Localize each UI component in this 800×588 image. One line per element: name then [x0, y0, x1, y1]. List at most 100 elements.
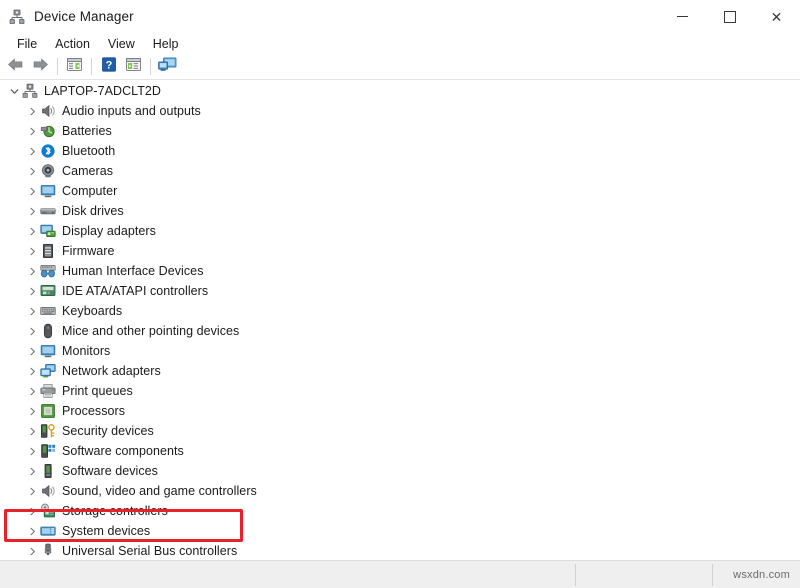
chevron-right-icon[interactable]: [24, 241, 40, 261]
chevron-right-icon[interactable]: [24, 281, 40, 301]
chevron-right-icon[interactable]: [24, 461, 40, 481]
storage-controller-icon: [40, 503, 56, 519]
menu-action[interactable]: Action: [46, 35, 99, 53]
tree-item-label: IDE ATA/ATAPI controllers: [62, 284, 209, 298]
chevron-right-icon[interactable]: [24, 161, 40, 181]
chevron-right-icon[interactable]: [24, 501, 40, 521]
tree-item-storage-controllers[interactable]: Storage controllers: [0, 501, 800, 521]
update-driver-icon: [125, 57, 142, 77]
minimize-button[interactable]: [659, 0, 706, 33]
chevron-right-icon[interactable]: [24, 361, 40, 381]
menu-file[interactable]: File: [8, 35, 46, 53]
title-bar: Device Manager ✕: [0, 0, 800, 33]
tree-item-label: Processors: [62, 404, 126, 418]
tree-item-security-devices[interactable]: Security devices: [0, 421, 800, 441]
chevron-right-icon[interactable]: [24, 301, 40, 321]
menu-help[interactable]: Help: [144, 35, 188, 53]
chevron-right-icon[interactable]: [24, 381, 40, 401]
chevron-right-icon[interactable]: [24, 521, 40, 541]
device-tree[interactable]: LAPTOP-7ADCLT2D Audio inputs and outputs: [0, 81, 800, 555]
chevron-right-icon[interactable]: [24, 401, 40, 421]
update-driver-button[interactable]: [121, 56, 146, 78]
tree-item-display-adapters[interactable]: Display adapters: [0, 221, 800, 241]
tree-item-keyboards[interactable]: Keyboards: [0, 301, 800, 321]
tree-item-human-interface-devices[interactable]: Human Interface Devices: [0, 261, 800, 281]
chevron-right-icon[interactable]: [24, 341, 40, 361]
menu-bar: File Action View Help: [0, 33, 800, 54]
toolbar-separator-1: [57, 58, 58, 75]
tree-item-audio-inputs-and-outputs[interactable]: Audio inputs and outputs: [0, 101, 800, 121]
speaker-icon: [40, 103, 56, 119]
tree-item-software-devices[interactable]: Software devices: [0, 461, 800, 481]
ide-controller-icon: [40, 283, 56, 299]
tree-item-label: Print queues: [62, 384, 133, 398]
tree-item-network-adapters[interactable]: Network adapters: [0, 361, 800, 381]
close-button[interactable]: ✕: [753, 0, 800, 33]
close-icon: ✕: [770, 8, 783, 25]
software-device-icon: [40, 463, 56, 479]
network-adapter-icon: [40, 363, 56, 379]
tree-item-sound-video-and-game-controllers[interactable]: Sound, video and game controllers: [0, 481, 800, 501]
tree-item-label: Network adapters: [62, 364, 161, 378]
tree-item-software-components[interactable]: Software components: [0, 441, 800, 461]
chevron-right-icon[interactable]: [24, 421, 40, 441]
scan-hardware-changes-button[interactable]: [155, 56, 180, 78]
tree-item-print-queues[interactable]: Print queues: [0, 381, 800, 401]
tree-item-cameras[interactable]: Cameras: [0, 161, 800, 181]
chevron-down-icon[interactable]: [6, 81, 22, 101]
status-pane-1: [0, 561, 575, 588]
computer-icon: [40, 183, 56, 199]
menu-help-label: Help: [152, 36, 179, 51]
tree-item-label: Computer: [62, 184, 118, 198]
menu-view[interactable]: View: [99, 35, 144, 53]
tree-item-ide-ata-atapi-controllers[interactable]: IDE ATA/ATAPI controllers: [0, 281, 800, 301]
back-button[interactable]: [3, 56, 28, 78]
tree-item-label: Software components: [62, 444, 184, 458]
chevron-right-icon[interactable]: [24, 441, 40, 461]
tree-item-label: Storage controllers: [62, 504, 168, 518]
chevron-right-icon[interactable]: [24, 101, 40, 121]
chevron-right-icon[interactable]: [24, 261, 40, 281]
chevron-right-icon[interactable]: [24, 121, 40, 141]
tree-item-monitors[interactable]: Monitors: [0, 341, 800, 361]
chevron-right-icon[interactable]: [24, 221, 40, 241]
help-button[interactable]: ?: [96, 56, 121, 78]
usb-icon: [40, 543, 56, 555]
tree-item-label: Cameras: [62, 164, 114, 178]
disk-drive-icon: [40, 203, 56, 219]
tree-item-firmware[interactable]: Firmware: [0, 241, 800, 261]
tree-item-label: Audio inputs and outputs: [62, 104, 201, 118]
window-title: Device Manager: [34, 9, 134, 24]
tree-item-label: Universal Serial Bus controllers: [62, 544, 238, 555]
hid-icon: [40, 263, 56, 279]
tree-item-system-devices[interactable]: System devices: [0, 521, 800, 541]
tree-item-mice-and-other-pointing-devices[interactable]: Mice and other pointing devices: [0, 321, 800, 341]
chevron-right-icon[interactable]: [24, 541, 40, 555]
menu-action-label: Action: [55, 36, 90, 51]
printer-icon: [40, 383, 56, 399]
forward-button[interactable]: [28, 56, 53, 78]
maximize-button[interactable]: [706, 0, 753, 33]
keyboard-icon: [40, 303, 56, 319]
tree-item-computer[interactable]: Computer: [0, 181, 800, 201]
chevron-right-icon[interactable]: [24, 201, 40, 221]
chevron-right-icon[interactable]: [24, 181, 40, 201]
toolbar-separator-2: [91, 58, 92, 75]
window-controls: ✕: [659, 0, 800, 33]
tree-item-batteries[interactable]: Batteries: [0, 121, 800, 141]
help-icon: ?: [101, 56, 117, 77]
forward-arrow-icon: [32, 57, 49, 77]
status-pane-2: [576, 561, 712, 588]
tree-item-label: Software devices: [62, 464, 158, 478]
properties-button[interactable]: [62, 56, 87, 78]
tree-item-bluetooth[interactable]: Bluetooth: [0, 141, 800, 161]
tree-item-disk-drives[interactable]: Disk drives: [0, 201, 800, 221]
menu-file-label: File: [17, 36, 38, 51]
chevron-right-icon[interactable]: [24, 141, 40, 161]
chevron-right-icon[interactable]: [24, 481, 40, 501]
tree-item-processors[interactable]: Processors: [0, 401, 800, 421]
tree-root-node[interactable]: LAPTOP-7ADCLT2D: [0, 81, 800, 101]
tree-item-universal-serial-bus-controllers[interactable]: Universal Serial Bus controllers: [0, 541, 800, 555]
chevron-right-icon[interactable]: [24, 321, 40, 341]
bluetooth-icon: [40, 143, 56, 159]
